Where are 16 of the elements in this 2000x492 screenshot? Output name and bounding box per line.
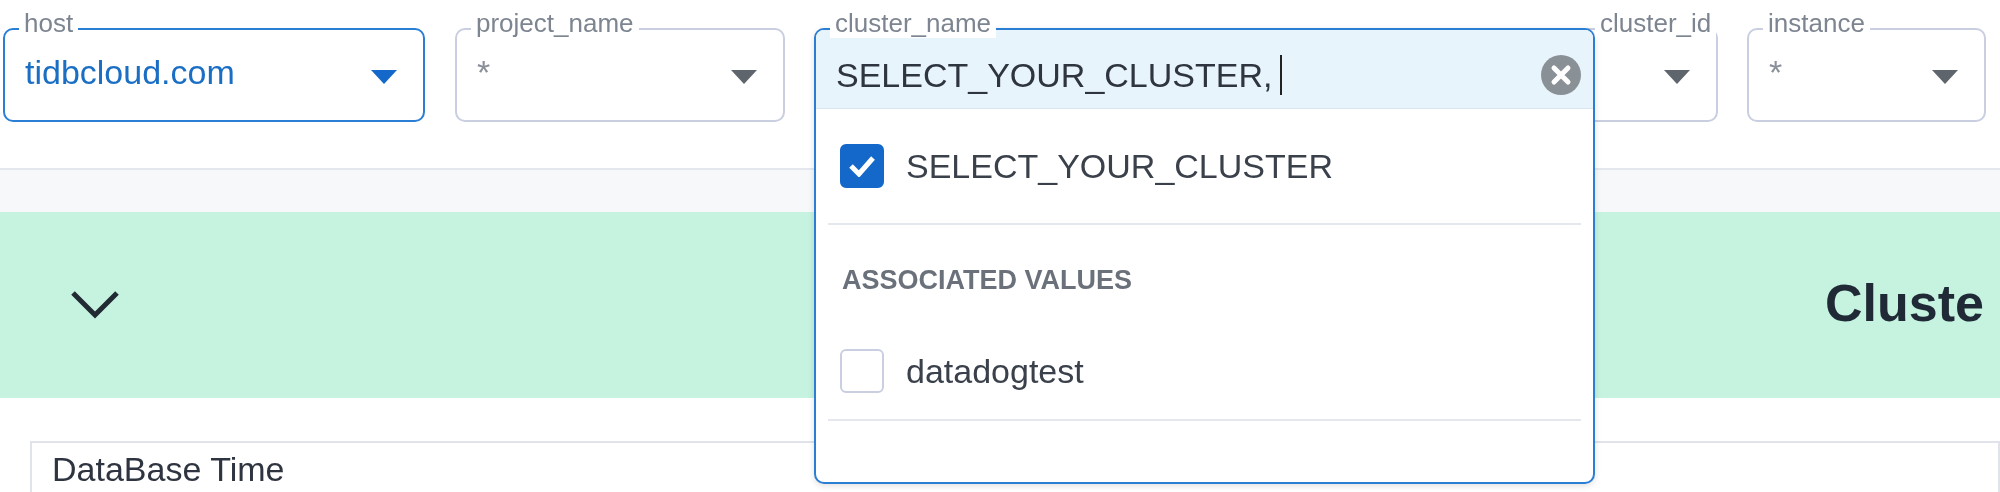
- caret-icon: [731, 70, 757, 84]
- clear-icon[interactable]: [1541, 55, 1581, 95]
- group-heading: ASSOCIATED VALUES: [841, 264, 1134, 297]
- checkmark-icon: [848, 155, 876, 177]
- chevron-down-icon[interactable]: [70, 290, 120, 320]
- section-title: Cluste: [1825, 273, 1984, 334]
- option-label[interactable]: SELECT_YOUR_CLUSTER: [906, 146, 1333, 186]
- caret-icon: [1932, 70, 1958, 84]
- filter-value: tidbcloud.com: [25, 52, 235, 92]
- caret-icon: [1664, 70, 1690, 84]
- panel-title: DataBase Time: [52, 450, 285, 488]
- caret-icon: [371, 70, 397, 84]
- filter-value: *: [1769, 52, 1783, 92]
- option-label[interactable]: datadogtest: [906, 351, 1084, 391]
- checkbox[interactable]: [840, 144, 884, 188]
- filter-value: *: [477, 52, 491, 92]
